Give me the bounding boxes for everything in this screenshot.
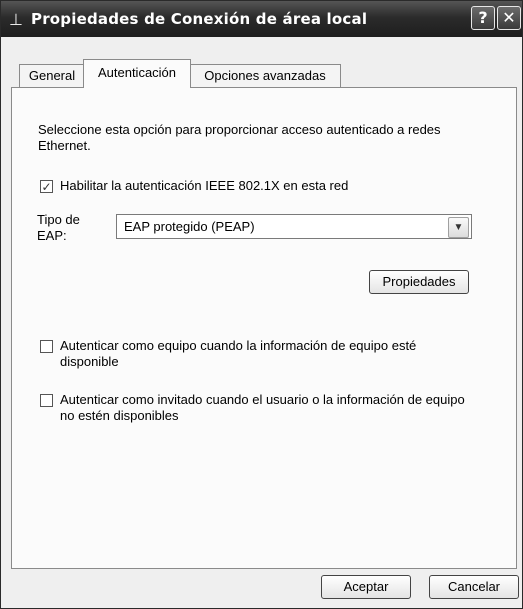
eap-type-select[interactable]: EAP protegido (PEAP) ▼ [116, 214, 472, 239]
chevron-down-icon[interactable]: ▼ [448, 217, 469, 238]
authentication-panel: Seleccione esta opción para proporcionar… [11, 87, 517, 569]
tab-authentication[interactable]: Autenticación [83, 59, 191, 88]
tab-general[interactable]: General [19, 64, 85, 87]
ok-button[interactable]: Aceptar [321, 575, 411, 599]
cancel-button[interactable]: Cancelar [429, 575, 519, 599]
auth-as-guest-label: Autenticar como invitado cuando el usuar… [60, 392, 465, 423]
window-title: Propiedades de Conexión de área local [31, 10, 368, 28]
network-connection-icon: ⊥ [9, 10, 23, 29]
close-button[interactable]: ✕ [497, 6, 521, 30]
auth-description: Seleccione esta opción para proporcionar… [38, 122, 441, 153]
auth-as-computer-label: Autenticar como equipo cuando la informa… [60, 338, 417, 369]
auth-as-guest-checkbox[interactable] [40, 394, 53, 407]
help-button[interactable]: ? [471, 6, 495, 30]
enable-8021x-checkbox[interactable]: ✓ [40, 180, 53, 193]
enable-8021x-label: Habilitar la autenticación IEEE 802.1X e… [60, 178, 349, 193]
properties-button[interactable]: Propiedades [369, 270, 469, 294]
auth-as-computer-checkbox[interactable] [40, 340, 53, 353]
tab-advanced-options[interactable]: Opciones avanzadas [189, 64, 341, 87]
title-bar[interactable]: ⊥ Propiedades de Conexión de área local … [1, 1, 522, 37]
eap-type-label: Tipo de EAP: [37, 212, 80, 243]
eap-type-value: EAP protegido (PEAP) [124, 219, 255, 234]
properties-dialog: ⊥ Propiedades de Conexión de área local … [0, 0, 523, 609]
